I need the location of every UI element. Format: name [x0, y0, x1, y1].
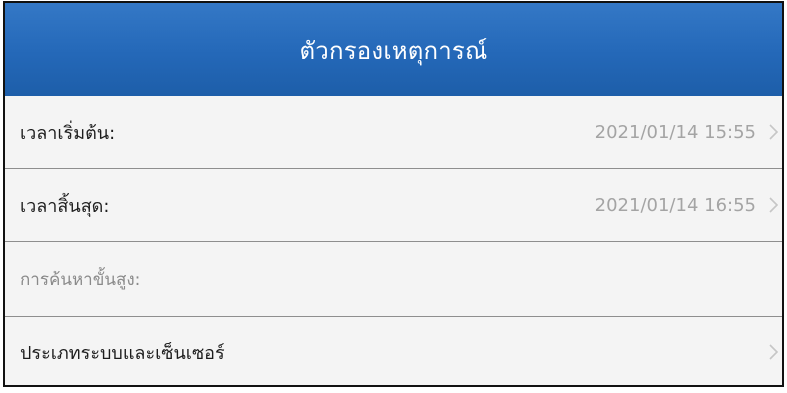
system-sensor-type-label: ประเภทระบบและเซ็นเซอร์ — [20, 342, 225, 364]
title-bar: ตัวกรองเหตุการณ์ — [5, 3, 782, 96]
start-time-value: 2021/01/14 15:55 — [594, 121, 756, 143]
end-time-row[interactable]: เวลาสิ้นสุด: 2021/01/14 16:55 — [5, 169, 782, 242]
chevron-right-icon — [766, 195, 780, 215]
system-sensor-type-row[interactable]: ประเภทระบบและเซ็นเซอร์ — [5, 317, 782, 385]
chevron-right-icon — [766, 122, 780, 142]
end-time-value: 2021/01/14 16:55 — [594, 194, 756, 216]
advanced-search-section-header: การค้นหาขั้นสูง: — [5, 242, 782, 317]
start-time-row[interactable]: เวลาเริ่มต้น: 2021/01/14 15:55 — [5, 96, 782, 169]
event-filter-screen: ตัวกรองเหตุการณ์ เวลาเริ่มต้น: 2021/01/1… — [3, 1, 784, 387]
start-time-label: เวลาเริ่มต้น: — [20, 122, 116, 144]
end-time-label: เวลาสิ้นสุด: — [20, 195, 110, 217]
advanced-search-label: การค้นหาขั้นสูง: — [20, 269, 141, 290]
page-title: ตัวกรองเหตุการณ์ — [299, 37, 488, 65]
chevron-right-icon — [766, 342, 780, 362]
